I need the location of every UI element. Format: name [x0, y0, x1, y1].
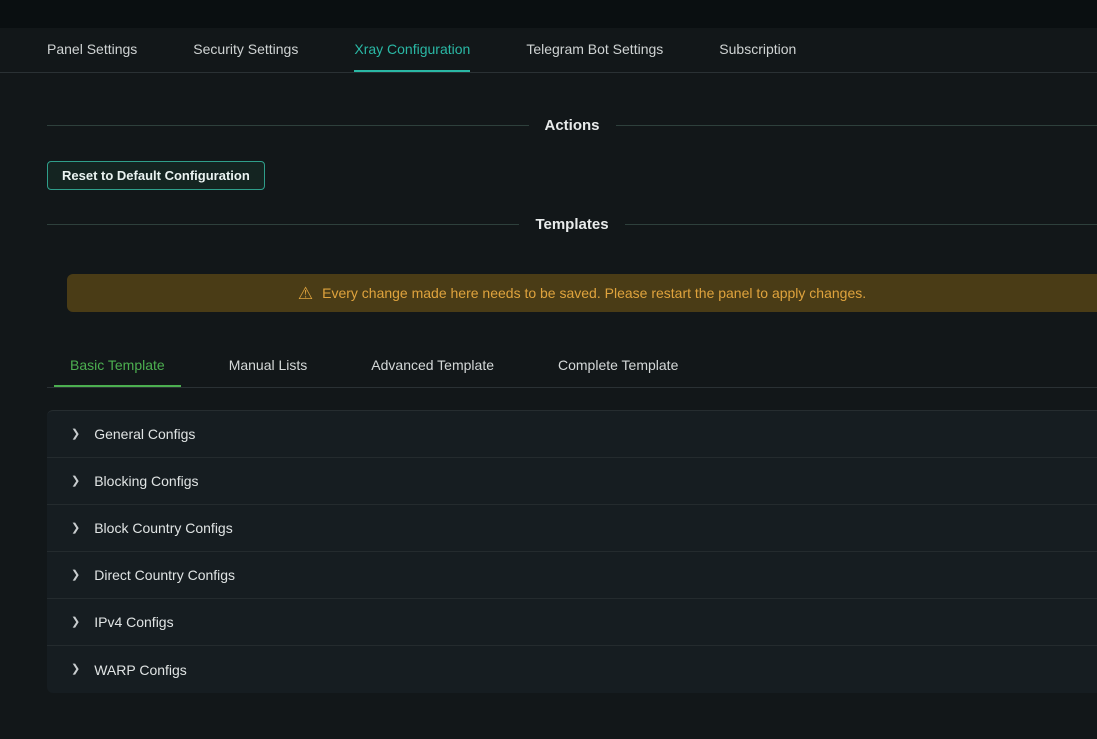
accordion-ipv4-configs[interactable]: ❯ IPv4 Configs	[47, 599, 1097, 646]
tab-advanced-template[interactable]: Advanced Template	[355, 344, 510, 387]
tab-manual-lists[interactable]: Manual Lists	[213, 344, 324, 387]
accordion-blocking-configs[interactable]: ❯ Blocking Configs	[47, 458, 1097, 505]
accordion-label: Blocking Configs	[94, 473, 198, 489]
divider-line	[47, 224, 519, 225]
chevron-right-icon: ❯	[71, 476, 80, 487]
template-tabs: Basic Template Manual Lists Advanced Tem…	[47, 344, 1097, 388]
actions-divider: Actions	[47, 115, 1097, 135]
accordion-label: WARP Configs	[94, 662, 187, 678]
divider-line	[616, 125, 1097, 126]
chevron-right-icon: ❯	[71, 617, 80, 628]
accordion-label: Block Country Configs	[94, 520, 233, 536]
tab-basic-template[interactable]: Basic Template	[54, 344, 181, 387]
accordion-general-configs[interactable]: ❯ General Configs	[47, 411, 1097, 458]
reset-default-config-button[interactable]: Reset to Default Configuration	[47, 161, 265, 190]
tab-telegram-bot-settings[interactable]: Telegram Bot Settings	[526, 28, 663, 72]
templates-divider: Templates	[47, 214, 1097, 234]
config-accordion: ❯ General Configs ❯ Blocking Configs ❯ B…	[47, 410, 1097, 693]
main-tabs: Panel Settings Security Settings Xray Co…	[0, 28, 1097, 73]
tab-security-settings[interactable]: Security Settings	[193, 28, 298, 72]
divider-line	[47, 125, 529, 126]
chevron-right-icon: ❯	[71, 429, 80, 440]
warning-banner: ⚠ Every change made here needs to be sav…	[67, 274, 1097, 312]
actions-section-title: Actions	[545, 117, 600, 134]
accordion-label: Direct Country Configs	[94, 567, 235, 583]
chevron-right-icon: ❯	[71, 570, 80, 581]
tab-complete-template[interactable]: Complete Template	[542, 344, 694, 387]
accordion-warp-configs[interactable]: ❯ WARP Configs	[47, 646, 1097, 693]
accordion-direct-country-configs[interactable]: ❯ Direct Country Configs	[47, 552, 1097, 599]
warning-text: Every change made here needs to be saved…	[322, 285, 866, 301]
tab-panel-settings[interactable]: Panel Settings	[47, 28, 137, 72]
tab-xray-configuration[interactable]: Xray Configuration	[354, 28, 470, 72]
templates-section-title: Templates	[535, 216, 608, 233]
warning-icon: ⚠	[298, 285, 313, 302]
divider-line	[625, 224, 1097, 225]
accordion-label: General Configs	[94, 426, 195, 442]
chevron-right-icon: ❯	[71, 523, 80, 534]
top-bar	[0, 0, 1097, 28]
tab-subscription[interactable]: Subscription	[719, 28, 796, 72]
accordion-label: IPv4 Configs	[94, 614, 173, 630]
accordion-block-country-configs[interactable]: ❯ Block Country Configs	[47, 505, 1097, 552]
chevron-right-icon: ❯	[71, 664, 80, 675]
